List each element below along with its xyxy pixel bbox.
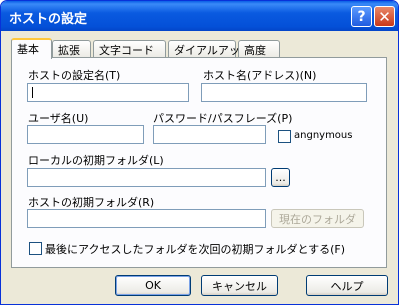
tab-panel-basic: ホストの設定名(T) ホスト名(アドレス)(N) ユーザ名(U) パスワード/パ… bbox=[11, 57, 387, 268]
host-folder-label: ホストの初期フォルダ(R) bbox=[28, 196, 155, 209]
title-bar[interactable]: ホストの設定 ? ✕ bbox=[1, 1, 398, 31]
browse-button[interactable]: ... bbox=[271, 168, 290, 187]
tab-advanced[interactable]: 高度 bbox=[238, 40, 280, 57]
ok-button[interactable]: OK bbox=[115, 275, 191, 296]
local-folder-label: ローカルの初期フォルダ(L) bbox=[28, 154, 164, 167]
anonymous-label[interactable]: angnymous bbox=[294, 130, 352, 141]
username-input[interactable] bbox=[27, 125, 144, 144]
username-label: ユーザ名(U) bbox=[28, 112, 89, 125]
last-folder-label[interactable]: 最後にアクセスしたフォルダを次回の初期フォルダとする(F) bbox=[45, 241, 345, 257]
tab-basic[interactable]: 基本 bbox=[11, 38, 52, 59]
host-settings-dialog: ホストの設定 ? ✕ 基本 拡張 文字コード ダイアルアップ 高度 ホストの設定… bbox=[0, 0, 399, 305]
current-folder-button[interactable]: 現在のフォルダ bbox=[271, 209, 364, 228]
help-button[interactable]: ヘルプ bbox=[306, 275, 388, 296]
password-input[interactable] bbox=[153, 125, 266, 144]
last-folder-checkbox[interactable] bbox=[29, 242, 42, 255]
local-folder-input[interactable] bbox=[27, 168, 266, 187]
host-name-input[interactable] bbox=[201, 83, 367, 102]
password-label: パスワード/パスフレーズ(P) bbox=[153, 112, 293, 125]
close-icon[interactable]: ✕ bbox=[374, 6, 395, 27]
host-name-label: ホスト名(アドレス)(N) bbox=[203, 69, 317, 82]
help-icon[interactable]: ? bbox=[351, 6, 372, 27]
tab-charset[interactable]: 文字コード bbox=[93, 40, 166, 57]
host-setting-name-input[interactable] bbox=[27, 83, 189, 102]
host-setting-name-label: ホストの設定名(T) bbox=[28, 69, 121, 82]
text-caret bbox=[32, 87, 33, 98]
anonymous-checkbox[interactable] bbox=[278, 130, 291, 143]
cancel-button[interactable]: キャンセル bbox=[201, 275, 278, 296]
window-title: ホストの設定 bbox=[9, 12, 88, 27]
tab-extended[interactable]: 拡張 bbox=[52, 40, 91, 57]
host-folder-input[interactable] bbox=[27, 209, 266, 228]
tab-dialup[interactable]: ダイアルアップ bbox=[168, 40, 251, 57]
